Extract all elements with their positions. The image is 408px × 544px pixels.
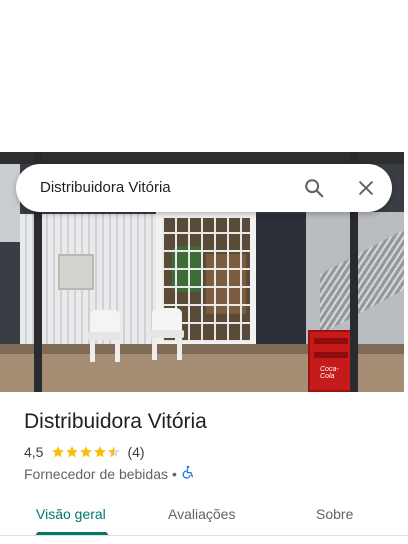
review-count[interactable]: (4): [127, 444, 144, 460]
place-title: Distribuidora Vitória: [24, 410, 207, 433]
star-icon: [52, 446, 65, 458]
category-row: Fornecedor de bebidas •: [24, 465, 195, 482]
place-tabs: Visão geral Avaliações Sobre: [0, 496, 408, 544]
star-icon: [80, 446, 93, 458]
star-icon: [94, 446, 107, 458]
separator-dot: •: [172, 465, 177, 482]
tabs-divider: [0, 535, 408, 536]
rating-row[interactable]: 4,5 (4): [24, 444, 145, 460]
rating-stars: [51, 445, 121, 459]
crate-brand-logo: Coca-Cola: [320, 366, 339, 380]
photo-drink-crate: Coca-Cola: [308, 330, 354, 392]
tab-reviews[interactable]: Avaliações: [168, 506, 235, 522]
tab-overview[interactable]: Visão geral: [36, 506, 106, 522]
rating-value: 4,5: [24, 444, 44, 460]
blank-top-area: [0, 0, 408, 152]
star-icon: [108, 446, 121, 458]
search-icon[interactable]: [300, 174, 328, 202]
wheelchair-icon: [181, 465, 195, 482]
place-category: Fornecedor de bebidas: [24, 465, 168, 482]
photo-chair: [88, 310, 122, 362]
photo-roof: [0, 152, 404, 164]
photo-vent: [58, 254, 94, 290]
photo-chair: [150, 308, 184, 360]
photo-dark-panel: [256, 214, 306, 344]
search-bar[interactable]: Distribuidora Vitória: [16, 164, 392, 212]
tab-about[interactable]: Sobre: [316, 506, 353, 522]
star-icon: [66, 446, 79, 458]
close-icon[interactable]: [352, 174, 380, 202]
search-input[interactable]: Distribuidora Vitória: [40, 179, 171, 196]
